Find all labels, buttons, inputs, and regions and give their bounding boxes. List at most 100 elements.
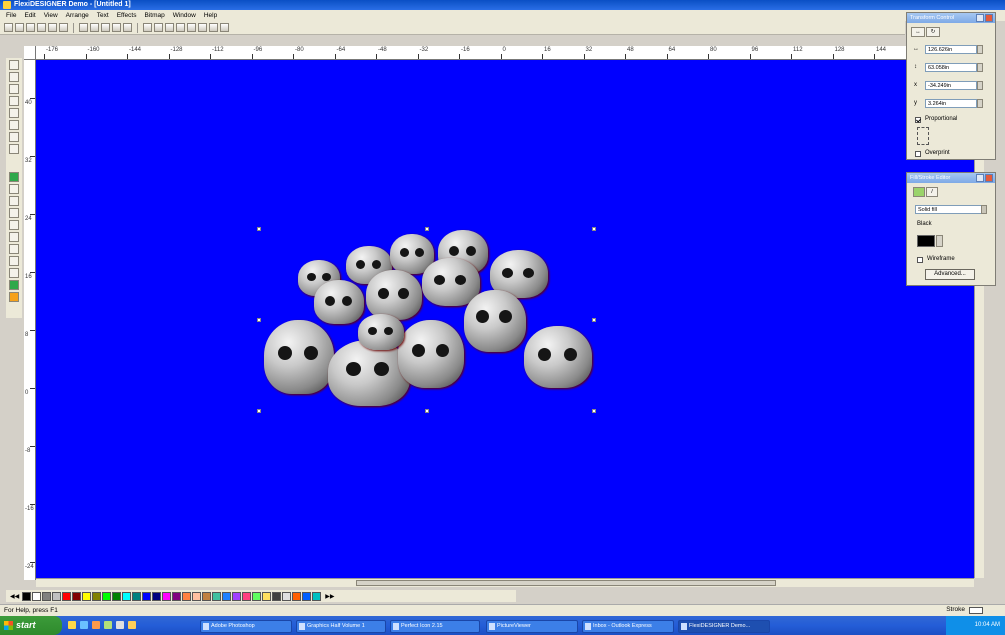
- menu-edit[interactable]: Edit: [24, 10, 35, 21]
- align-icon[interactable]: [143, 23, 152, 32]
- undo-icon[interactable]: [112, 23, 121, 32]
- ruler-corner[interactable]: [24, 46, 36, 60]
- panel-minimize-button[interactable]: [976, 174, 984, 182]
- fill-tab-icon[interactable]: [913, 187, 925, 197]
- skull-pile-image[interactable]: [258, 228, 594, 412]
- taskbar-button-photoshop[interactable]: Adobe Photoshop: [200, 620, 292, 633]
- menu-window[interactable]: Window: [173, 10, 196, 21]
- zoom-out-icon[interactable]: [209, 23, 218, 32]
- proportional-checkbox[interactable]: [915, 117, 921, 123]
- export-icon[interactable]: [48, 23, 57, 32]
- palette-swatch[interactable]: [252, 591, 262, 601]
- horizontal-ruler[interactable]: -176 -160 -144 -128 -112 -96 -80 -64 -48 -32 -16 0 1…: [36, 46, 906, 60]
- palette-swatch[interactable]: [232, 591, 242, 601]
- height-spinner[interactable]: [977, 63, 983, 72]
- palette-swatch[interactable]: [222, 591, 232, 601]
- quick-launch-app-icon[interactable]: [128, 621, 136, 629]
- y-spinner[interactable]: [977, 99, 983, 108]
- node-edit-tool-icon[interactable]: [9, 84, 19, 94]
- palette-swatch[interactable]: [122, 591, 132, 601]
- taskbar-button-outlook[interactable]: Inbox - Outlook Express: [582, 620, 674, 633]
- gradient-tool-icon[interactable]: [9, 292, 19, 302]
- select-tool-icon[interactable]: [9, 60, 19, 70]
- selection-handle-top-left[interactable]: [257, 227, 261, 231]
- selection-handle-top-right[interactable]: [592, 227, 596, 231]
- start-button[interactable]: start: [0, 616, 62, 635]
- group-icon[interactable]: [154, 23, 163, 32]
- palette-scroll-right-icon[interactable]: ▶▶: [325, 593, 334, 600]
- quick-launch-app-icon[interactable]: [92, 621, 100, 629]
- palette-swatch[interactable]: [162, 591, 172, 601]
- palette-swatch[interactable]: [262, 591, 272, 601]
- distort-tool-icon[interactable]: [9, 184, 19, 194]
- menu-file[interactable]: File: [6, 10, 16, 21]
- print-icon[interactable]: [59, 23, 68, 32]
- zoom-fit-icon[interactable]: [220, 23, 229, 32]
- zoom-tool-icon[interactable]: [9, 232, 19, 242]
- palette-swatch[interactable]: [132, 591, 142, 601]
- overprint-checkbox[interactable]: [915, 151, 921, 157]
- fill-tool-icon[interactable]: [9, 172, 19, 182]
- y-position-field[interactable]: 3.264in: [925, 99, 977, 108]
- import-icon[interactable]: [37, 23, 46, 32]
- advanced-button[interactable]: Advanced...: [925, 269, 975, 280]
- selection-handle-left[interactable]: [257, 318, 261, 322]
- cut-icon[interactable]: [79, 23, 88, 32]
- panel-minimize-button[interactable]: [976, 14, 984, 22]
- selection-handle-bottom[interactable]: [425, 409, 429, 413]
- copy-icon[interactable]: [90, 23, 99, 32]
- menu-text[interactable]: Text: [97, 10, 109, 21]
- palette-swatch[interactable]: [72, 591, 82, 601]
- palette-swatch[interactable]: [52, 591, 62, 601]
- palette-swatch[interactable]: [142, 591, 152, 601]
- text-tool-icon[interactable]: [9, 72, 19, 82]
- new-file-icon[interactable]: [4, 23, 13, 32]
- palette-swatch[interactable]: [272, 591, 282, 601]
- width-field[interactable]: 126.626in: [925, 45, 977, 54]
- panel-close-button[interactable]: [985, 174, 993, 182]
- quick-launch-app-icon[interactable]: [104, 621, 112, 629]
- palette-scroll-left-icon[interactable]: ◀◀: [10, 593, 19, 600]
- palette-swatch[interactable]: [292, 591, 302, 601]
- menu-arrange[interactable]: Arrange: [66, 10, 89, 21]
- ungroup-icon[interactable]: [165, 23, 174, 32]
- menu-bitmap[interactable]: Bitmap: [144, 10, 164, 21]
- x-spinner[interactable]: [977, 81, 983, 90]
- stroke-tab-icon[interactable]: /: [926, 187, 938, 197]
- x-position-field[interactable]: -34.249in: [925, 81, 977, 90]
- menu-help[interactable]: Help: [204, 10, 217, 21]
- ellipse-tool-icon[interactable]: [9, 120, 19, 130]
- vertical-ruler[interactable]: 40 32 24 16 8 0 -8 -16 -24: [24, 60, 36, 580]
- design-canvas[interactable]: [36, 60, 974, 578]
- palette-swatch[interactable]: [282, 591, 292, 601]
- zoom-in-icon[interactable]: [198, 23, 207, 32]
- palette-swatch[interactable]: [42, 591, 52, 601]
- pen-tool-icon[interactable]: [9, 96, 19, 106]
- wireframe-checkbox[interactable]: [917, 257, 923, 263]
- palette-swatch[interactable]: [152, 591, 162, 601]
- save-icon[interactable]: [26, 23, 35, 32]
- open-file-icon[interactable]: [15, 23, 24, 32]
- anchor-grid-icon[interactable]: [917, 127, 929, 145]
- palette-swatch[interactable]: [102, 591, 112, 601]
- tab-size[interactable]: ↔: [911, 27, 925, 37]
- magnify-tool-icon[interactable]: [9, 268, 19, 278]
- selection-handle-right[interactable]: [592, 318, 596, 322]
- palette-swatch[interactable]: [92, 591, 102, 601]
- palette-swatch[interactable]: [172, 591, 182, 601]
- eyedropper-tool-icon[interactable]: [9, 132, 19, 142]
- palette-swatch[interactable]: [312, 591, 322, 601]
- selection-handle-top[interactable]: [425, 227, 429, 231]
- palette-swatch[interactable]: [22, 591, 32, 601]
- palette-swatch[interactable]: [112, 591, 122, 601]
- selection-handle-bottom-right[interactable]: [592, 409, 596, 413]
- color-dropdown-chevron-icon[interactable]: [936, 235, 943, 247]
- quick-launch-ie-icon[interactable]: [80, 621, 88, 629]
- height-field[interactable]: 63.058in: [925, 63, 977, 72]
- rectangle-tool-icon[interactable]: [9, 108, 19, 118]
- paste-icon[interactable]: [101, 23, 110, 32]
- palette-swatch[interactable]: [302, 591, 312, 601]
- taskbar-button-graphics[interactable]: Graphics Half Volume 1: [296, 620, 386, 633]
- selection-handle-bottom-left[interactable]: [257, 409, 261, 413]
- stroke-color-swatch[interactable]: [969, 607, 983, 614]
